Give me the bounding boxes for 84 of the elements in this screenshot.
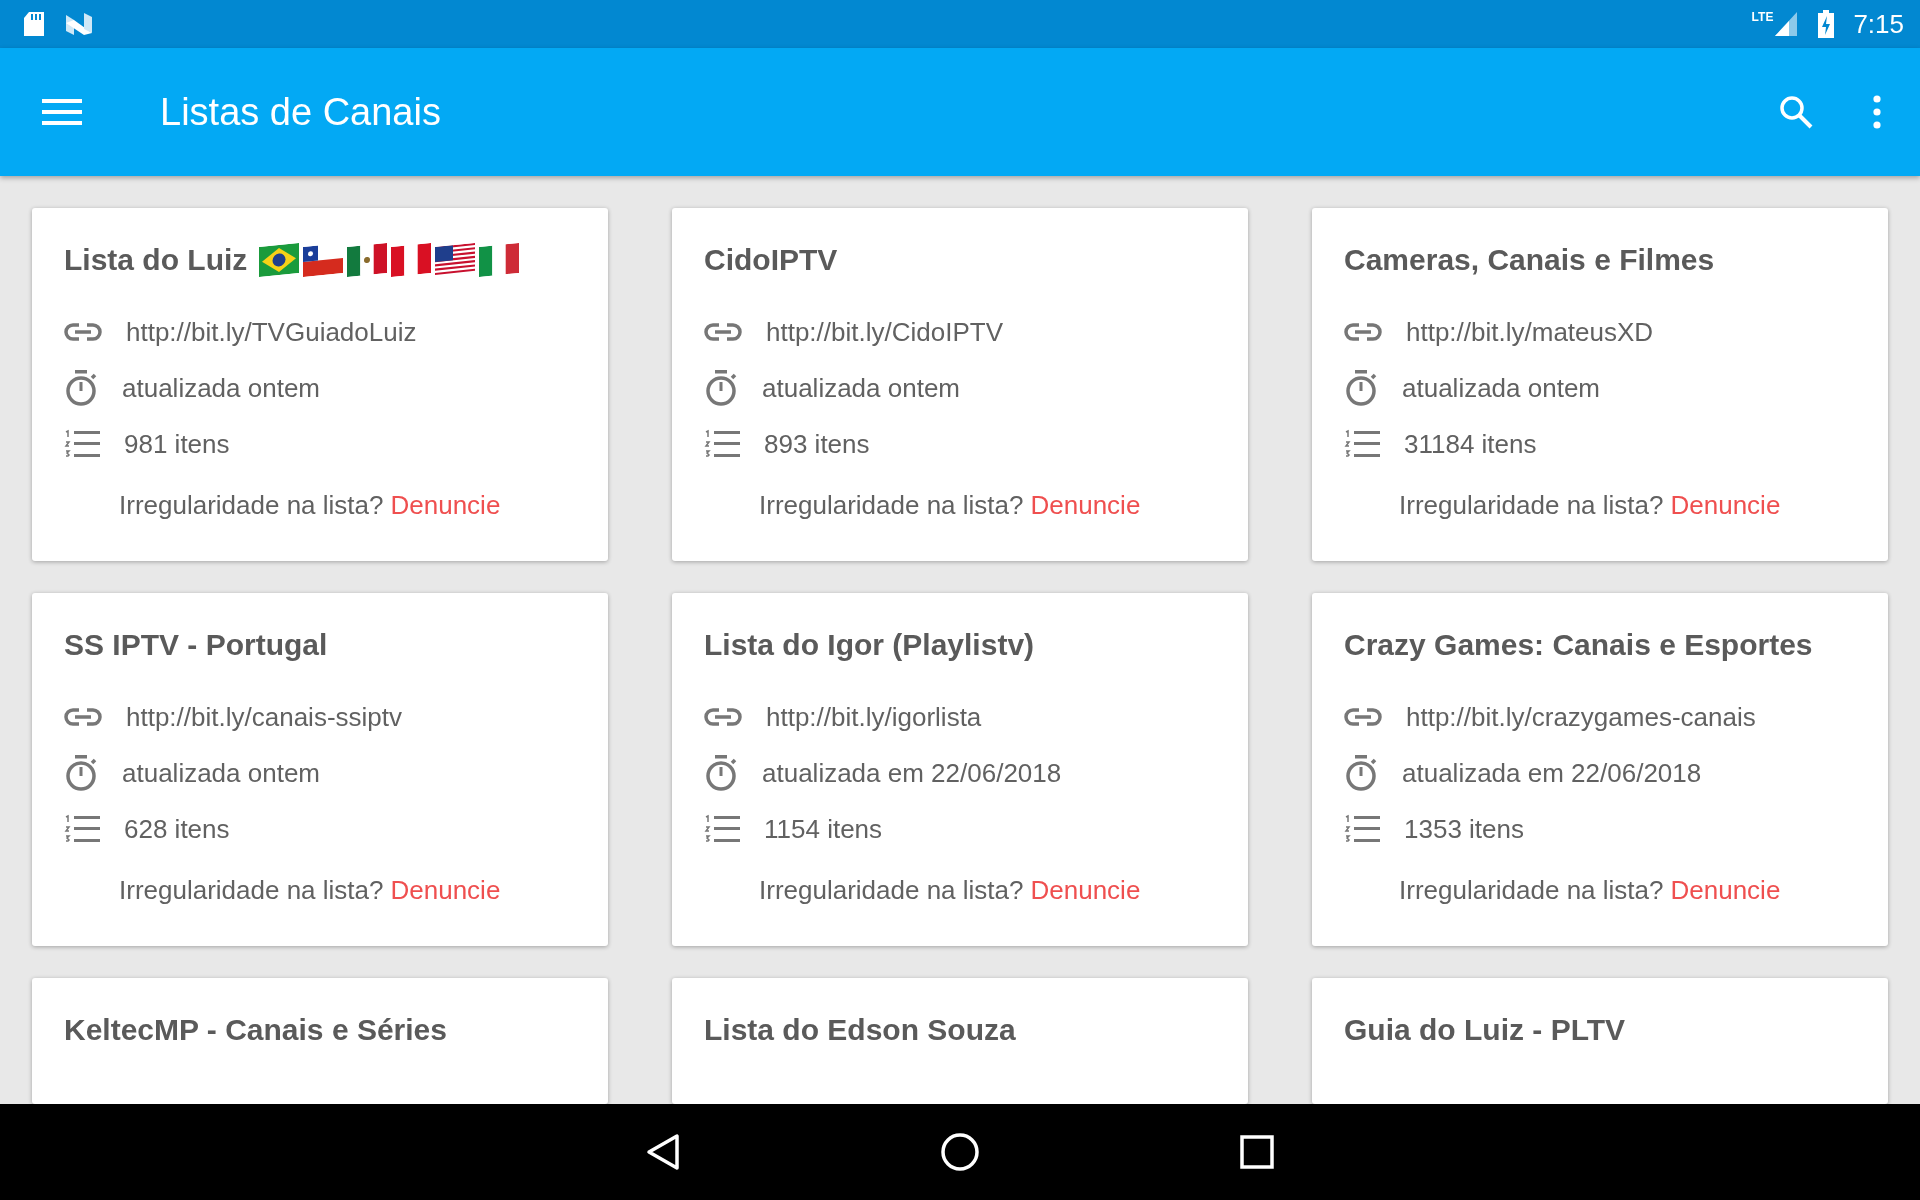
stopwatch-icon (704, 369, 738, 407)
item-count: 1154 itens (764, 813, 883, 845)
stopwatch-icon (64, 754, 98, 792)
numbered-list-icon (1344, 814, 1380, 844)
flag-icon (347, 242, 388, 278)
report-question: Irregularidade na lista? (1399, 875, 1664, 906)
link-icon (1344, 322, 1382, 342)
report-link[interactable]: Denuncie (390, 490, 501, 521)
list-title: SS IPTV - Portugal (64, 628, 328, 662)
flag-icon (435, 242, 476, 278)
recents-icon (1240, 1135, 1274, 1169)
stopwatch-icon (704, 754, 738, 792)
report-question: Irregularidade na lista? (1399, 490, 1664, 521)
report-link[interactable]: Denuncie (1030, 490, 1141, 521)
numbered-list-icon (704, 814, 740, 844)
report-question: Irregularidade na lista? (119, 490, 384, 521)
channel-list-card[interactable]: Cameras, Canais e Filmes http://bit.ly/mateusXD atualizada ontem 31184 itens Irregularidade na lista? Denuncie (1312, 208, 1888, 561)
update-time: atualizada ontem (762, 372, 961, 404)
report-question: Irregularidade na lista? (759, 875, 1024, 906)
numbered-list-icon (704, 429, 740, 459)
list-title: Lista do Edson Souza (704, 1013, 1016, 1047)
list-title: Lista do Luiz (64, 243, 248, 277)
update-time: atualizada em 22/06/2018 (762, 757, 1062, 789)
battery-charging-icon (1817, 9, 1836, 39)
channel-list-card[interactable]: Lista do Luiz http://bit.ly/TVGuiadoLuiz atualizada ontem 981 itens Irregularidade na lista? Denuncie (32, 208, 608, 561)
update-time: atualizada ontem (122, 757, 321, 789)
channel-list-card[interactable]: SS IPTV - Portugal http://bit.ly/canais-ssiptv atualizada ontem 628 itens Irregularidade na lista? Denuncie (32, 593, 608, 946)
flag-icon (259, 242, 300, 278)
list-title: Guia do Luiz - PLTV (1344, 1013, 1626, 1047)
stopwatch-icon (1344, 754, 1378, 792)
list-title: Crazy Games: Canais e Esportes (1344, 628, 1813, 662)
list-url: http://bit.ly/TVGuiadoLuiz (126, 316, 417, 348)
n-logo-icon (64, 11, 94, 37)
list-url: http://bit.ly/crazygames-canais (1406, 701, 1756, 733)
channel-list-card[interactable]: Crazy Games: Canais e Esportes http://bit.ly/crazygames-canais atualizada em 22/06/2018 1353 itens Irregularidade na lista? Denuncie (1312, 593, 1888, 946)
numbered-list-icon (1344, 429, 1380, 459)
sd-card-icon (22, 10, 46, 38)
link-icon (704, 707, 742, 727)
list-url: http://bit.ly/CidoIPTV (766, 316, 1003, 348)
stopwatch-icon (1344, 369, 1378, 407)
list-title: CidoIPTV (704, 243, 838, 277)
item-count: 1353 itens (1404, 813, 1524, 845)
flag-icon (479, 242, 520, 278)
item-count: 981 itens (124, 428, 230, 460)
channel-list-card[interactable]: Lista do Igor (Playlistv) http://bit.ly/igorlista atualizada em 22/06/2018 1154 itens Irregularidade na lista? Denuncie (672, 593, 1248, 946)
list-url: http://bit.ly/mateusXD (1406, 316, 1654, 348)
report-link[interactable]: Denuncie (1030, 875, 1141, 906)
clock-time: 7:15 (1853, 8, 1904, 40)
signal-icon (1773, 10, 1800, 38)
list-title: KeltecMP - Canais e Séries (64, 1013, 447, 1047)
item-count: 31184 itens (1404, 428, 1537, 460)
report-question: Irregularidade na lista? (119, 875, 384, 906)
list-title: Lista do Igor (Playlistv) (704, 628, 1035, 662)
network-type-label: LTE (1751, 10, 1774, 24)
back-icon (646, 1133, 680, 1171)
numbered-list-icon (64, 814, 100, 844)
channel-list-card[interactable]: Guia do Luiz - PLTV (1312, 978, 1888, 1104)
app-title: Listas de Canais (160, 90, 441, 134)
menu-icon (42, 98, 82, 126)
list-title: Cameras, Canais e Filmes (1344, 243, 1715, 277)
link-icon (1344, 707, 1382, 727)
numbered-list-icon (64, 429, 100, 459)
update-time: atualizada ontem (122, 372, 321, 404)
list-url: http://bit.ly/igorlista (766, 701, 982, 733)
item-count: 893 itens (764, 428, 870, 460)
stopwatch-icon (64, 369, 98, 407)
link-icon (704, 322, 742, 342)
report-question: Irregularidade na lista? (759, 490, 1024, 521)
update-time: atualizada ontem (1402, 372, 1601, 404)
link-icon (64, 322, 102, 342)
channel-list-card[interactable]: CidoIPTV http://bit.ly/CidoIPTV atualizada ontem 893 itens Irregularidade na lista? Denuncie (672, 208, 1248, 561)
report-link[interactable]: Denuncie (390, 875, 501, 906)
update-time: atualizada em 22/06/2018 (1402, 757, 1702, 789)
flag-icon (391, 242, 432, 278)
channel-list-card[interactable]: Lista do Edson Souza (672, 978, 1248, 1104)
link-icon (64, 707, 102, 727)
home-icon (940, 1132, 980, 1172)
report-link[interactable]: Denuncie (1670, 875, 1781, 906)
item-count: 628 itens (124, 813, 230, 845)
channel-list-card[interactable]: KeltecMP - Canais e Séries (32, 978, 608, 1104)
report-link[interactable]: Denuncie (1670, 490, 1781, 521)
list-url: http://bit.ly/canais-ssiptv (126, 701, 402, 733)
more-options-icon (1872, 95, 1882, 129)
search-icon (1778, 94, 1814, 130)
